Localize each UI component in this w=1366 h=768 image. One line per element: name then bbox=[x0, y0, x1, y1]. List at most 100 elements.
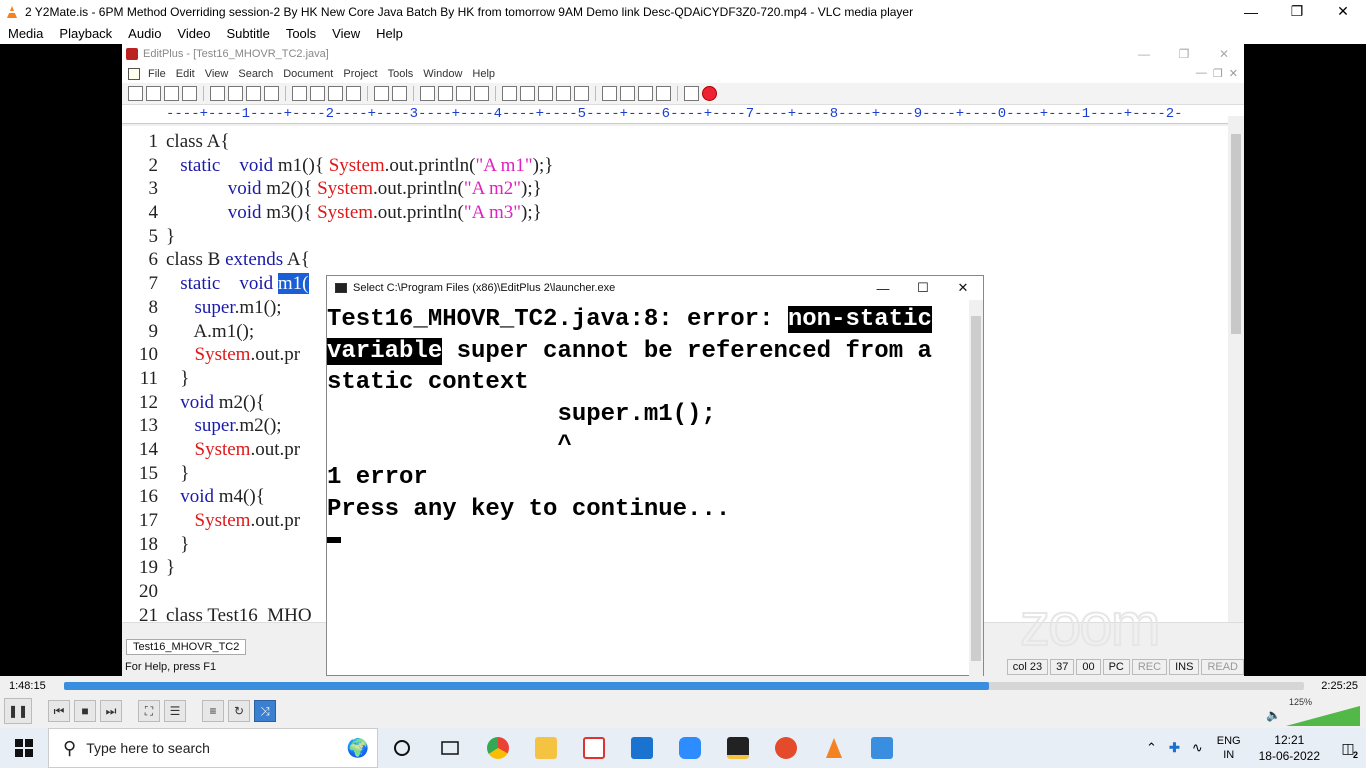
taskbar-search[interactable]: ⚲ Type here to search 🌍 bbox=[48, 728, 378, 768]
mdi-controls: — ❐ ✕ bbox=[1195, 67, 1238, 80]
ep-menu-tools: Tools bbox=[387, 67, 414, 80]
ep-menu-edit: Edit bbox=[175, 67, 195, 80]
shuffle-button[interactable]: ⤨ bbox=[254, 700, 276, 722]
restore-button[interactable]: ❐ bbox=[1274, 0, 1320, 23]
code-token: .out.println( bbox=[373, 178, 464, 200]
selected-code-token: m1( bbox=[277, 273, 309, 295]
extended-settings-button[interactable]: ☰ bbox=[164, 700, 186, 722]
line-number: 9 bbox=[148, 320, 159, 342]
paint-icon[interactable] bbox=[570, 728, 618, 768]
menu-playback[interactable]: Playback bbox=[51, 26, 120, 41]
find-in-files-icon bbox=[456, 86, 471, 101]
stop-button[interactable]: ■ bbox=[74, 700, 96, 722]
scroll-thumb[interactable] bbox=[1231, 134, 1241, 334]
toolbar-separator bbox=[367, 86, 368, 101]
code-token: super bbox=[166, 296, 235, 318]
console-line: 1 error bbox=[327, 463, 428, 491]
code-token: class B bbox=[166, 249, 226, 271]
console-line: Test16_MHOVR_TC2.java:8: error: non-stat… bbox=[327, 304, 969, 336]
line-number: 20 bbox=[139, 581, 158, 603]
code-token: m2(){ bbox=[218, 391, 265, 413]
menu-help[interactable]: Help bbox=[368, 26, 411, 41]
vlc-app-icon[interactable] bbox=[810, 728, 858, 768]
language-indicator[interactable]: ENG IN bbox=[1209, 734, 1249, 762]
volume-control[interactable]: 🔈 125% bbox=[1262, 697, 1362, 726]
file-explorer-icon[interactable] bbox=[522, 728, 570, 768]
ruler-icon bbox=[538, 86, 553, 101]
zoom-app-icon[interactable] bbox=[666, 728, 714, 768]
editor-vertical-scrollbar[interactable] bbox=[1228, 116, 1244, 622]
screen-recorder-icon[interactable] bbox=[762, 728, 810, 768]
status-code: 00 bbox=[1076, 659, 1101, 675]
menu-media[interactable]: Media bbox=[0, 26, 51, 41]
previous-button[interactable]: ⏮ bbox=[48, 700, 70, 722]
code-token: m1(){ bbox=[277, 154, 329, 176]
pause-button[interactable]: ❚❚ bbox=[4, 698, 32, 724]
tools-icon bbox=[638, 86, 653, 101]
console-text: super cannot be referenced from a bbox=[442, 337, 932, 365]
playlist-button[interactable]: ≡ bbox=[202, 700, 224, 722]
ep-menu-search: Search bbox=[238, 67, 274, 80]
code-token: void bbox=[166, 202, 267, 224]
paste-icon bbox=[328, 86, 343, 101]
menu-audio[interactable]: Audio bbox=[120, 26, 169, 41]
chrome-icon[interactable] bbox=[474, 728, 522, 768]
console-output: Test16_MHOVR_TC2.java:8: error: non-stat… bbox=[327, 304, 969, 557]
spellcheck-icon bbox=[246, 86, 261, 101]
ep-menu-window: Window bbox=[423, 67, 463, 80]
delete-icon bbox=[346, 86, 361, 101]
photos-app-icon[interactable] bbox=[858, 728, 906, 768]
wifi-icon[interactable]: ∿ bbox=[1186, 740, 1209, 756]
code-token: void bbox=[166, 178, 267, 200]
line-number: 16 bbox=[139, 486, 158, 508]
menu-subtitle[interactable]: Subtitle bbox=[218, 26, 277, 41]
ep-menu-document: Document bbox=[283, 67, 334, 80]
windows-taskbar: ⚲ Type here to search 🌍 ⌃ ✚ ∿ ENG IN 12:2… bbox=[0, 728, 1366, 768]
close-button[interactable]: ✕ bbox=[1320, 0, 1366, 23]
region-code: IN bbox=[1223, 749, 1235, 761]
console-icon bbox=[335, 283, 347, 293]
search-placeholder: Type here to search bbox=[86, 740, 210, 756]
code-line: void m3(){ System.out.println("A m3");} bbox=[166, 201, 553, 225]
code-token: .m2(); bbox=[234, 415, 282, 437]
ep-menu-file: File bbox=[148, 67, 166, 80]
line-number: 13 bbox=[139, 415, 158, 437]
line-number-icon bbox=[556, 86, 571, 101]
code-token: m4(){ bbox=[218, 486, 265, 508]
console-line bbox=[327, 525, 969, 557]
code-token: );} bbox=[521, 178, 542, 200]
total-time[interactable]: 2:25:25 bbox=[1321, 680, 1358, 692]
elapsed-time[interactable]: 1:48:15 bbox=[9, 680, 46, 692]
open-file-icon bbox=[146, 86, 161, 101]
font-icon bbox=[502, 86, 517, 101]
volume-slider[interactable] bbox=[1286, 706, 1360, 726]
next-button[interactable]: ⏭ bbox=[100, 700, 122, 722]
plus-icon[interactable]: ✚ bbox=[1163, 740, 1186, 756]
chevron-up-icon[interactable]: ⌃ bbox=[1140, 740, 1163, 756]
fullscreen-button[interactable]: ⛶ bbox=[138, 700, 160, 722]
line-number: 1 bbox=[148, 131, 159, 152]
notification-count: 2 bbox=[1352, 750, 1358, 760]
store-icon[interactable] bbox=[618, 728, 666, 768]
help-icon bbox=[684, 86, 699, 101]
menu-view[interactable]: View bbox=[324, 26, 368, 41]
toolbar-separator bbox=[595, 86, 596, 101]
editplus-app-icon[interactable] bbox=[714, 728, 762, 768]
console-line: ^ bbox=[327, 432, 572, 460]
notification-icon[interactable]: ◫ 2 bbox=[1330, 728, 1366, 768]
code-token: } bbox=[166, 367, 190, 389]
menu-video[interactable]: Video bbox=[169, 26, 218, 41]
line-number: 10 bbox=[139, 344, 158, 366]
video-area[interactable]: EditPlus - [Test16_MHOVR_TC2.java] — ❐ ✕… bbox=[0, 44, 1366, 676]
code-token: super bbox=[166, 415, 235, 437]
clock[interactable]: 12:21 18-06-2022 bbox=[1249, 732, 1330, 764]
loop-button[interactable]: ↻ bbox=[228, 700, 250, 722]
menu-tools[interactable]: Tools bbox=[278, 26, 324, 41]
seek-progress bbox=[64, 682, 990, 690]
line-number: 6 bbox=[148, 249, 159, 271]
cortana-icon[interactable] bbox=[378, 728, 426, 768]
start-button[interactable] bbox=[0, 728, 48, 768]
seek-slider[interactable] bbox=[64, 682, 1304, 690]
minimize-button[interactable]: — bbox=[1228, 0, 1274, 23]
task-view-icon[interactable] bbox=[426, 728, 474, 768]
